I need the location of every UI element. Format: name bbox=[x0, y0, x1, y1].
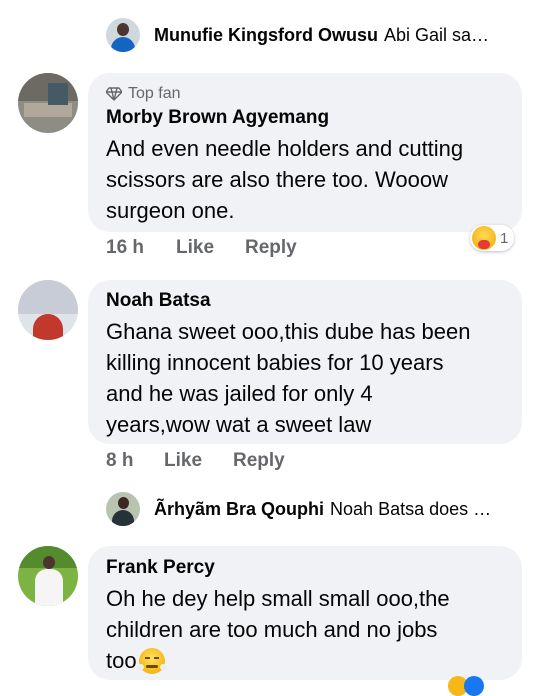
like-button[interactable]: Like bbox=[164, 450, 233, 472]
reply-author[interactable]: Ãrhyãm Bra Qouphi bbox=[154, 499, 324, 520]
reply-preview[interactable]: Ãrhyãm Bra Qouphi Noah Batsa does … bbox=[154, 499, 491, 520]
avatar[interactable] bbox=[106, 18, 140, 52]
reply-snippet: Noah Batsa does … bbox=[330, 499, 492, 519]
avatar[interactable] bbox=[106, 492, 140, 526]
comment-author[interactable]: Noah Batsa bbox=[106, 290, 211, 312]
comment-line: Oh he dey help small small ooo,the bbox=[106, 586, 450, 611]
comment-line: killing innocent babies for 10 years bbox=[106, 350, 444, 375]
avatar[interactable] bbox=[18, 280, 78, 340]
badge-label: Top fan bbox=[128, 85, 181, 102]
comment-line: scissors are also there too. Wooow bbox=[106, 167, 448, 192]
reply-preview[interactable]: Munufie Kingsford Owusu Abi Gail sa… bbox=[154, 25, 489, 46]
comment-text: Oh he dey help small small ooo,the child… bbox=[106, 583, 450, 676]
comment-text: Ghana sweet ooo,this dube has been killi… bbox=[106, 316, 471, 440]
reaction-summary[interactable]: 1 bbox=[470, 225, 515, 251]
reaction-summary[interactable] bbox=[448, 676, 484, 696]
comment-author[interactable]: Morby Brown Agyemang bbox=[106, 107, 329, 129]
reply-button[interactable]: Reply bbox=[233, 450, 285, 472]
comment-line: children are too much and no jobs bbox=[106, 617, 438, 642]
top-fan-badge: Top fan bbox=[106, 85, 180, 103]
diamond-icon bbox=[106, 87, 122, 101]
comment-line: And even needle holders and cutting bbox=[106, 136, 464, 161]
comment-text: And even needle holders and cutting scis… bbox=[106, 133, 463, 226]
comment-actions: 8 h Like Reply bbox=[106, 450, 285, 472]
reaction-count: 1 bbox=[500, 229, 509, 247]
comment-line: too bbox=[106, 648, 137, 673]
like-button[interactable]: Like bbox=[176, 237, 245, 259]
reply-button[interactable]: Reply bbox=[245, 237, 297, 259]
avatar[interactable] bbox=[18, 73, 78, 133]
like-emoji-icon bbox=[464, 676, 484, 696]
comment-time[interactable]: 8 h bbox=[106, 450, 164, 472]
comment-line: Ghana sweet ooo,this dube has been bbox=[106, 319, 471, 344]
comment-actions: 16 h Like Reply bbox=[106, 237, 297, 259]
comment-line: years,wow wat a sweet law bbox=[106, 412, 372, 437]
avatar[interactable] bbox=[18, 546, 78, 606]
comment-line: surgeon one. bbox=[106, 198, 235, 223]
comment-author[interactable]: Frank Percy bbox=[106, 557, 215, 579]
steam-nose-emoji-icon bbox=[136, 647, 167, 674]
comment-time[interactable]: 16 h bbox=[106, 237, 176, 259]
comment-line: and he was jailed for only 4 bbox=[106, 381, 373, 406]
care-emoji-icon bbox=[472, 226, 496, 250]
reply-snippet: Abi Gail sa… bbox=[383, 25, 490, 45]
reply-author[interactable]: Munufie Kingsford Owusu bbox=[154, 25, 378, 46]
